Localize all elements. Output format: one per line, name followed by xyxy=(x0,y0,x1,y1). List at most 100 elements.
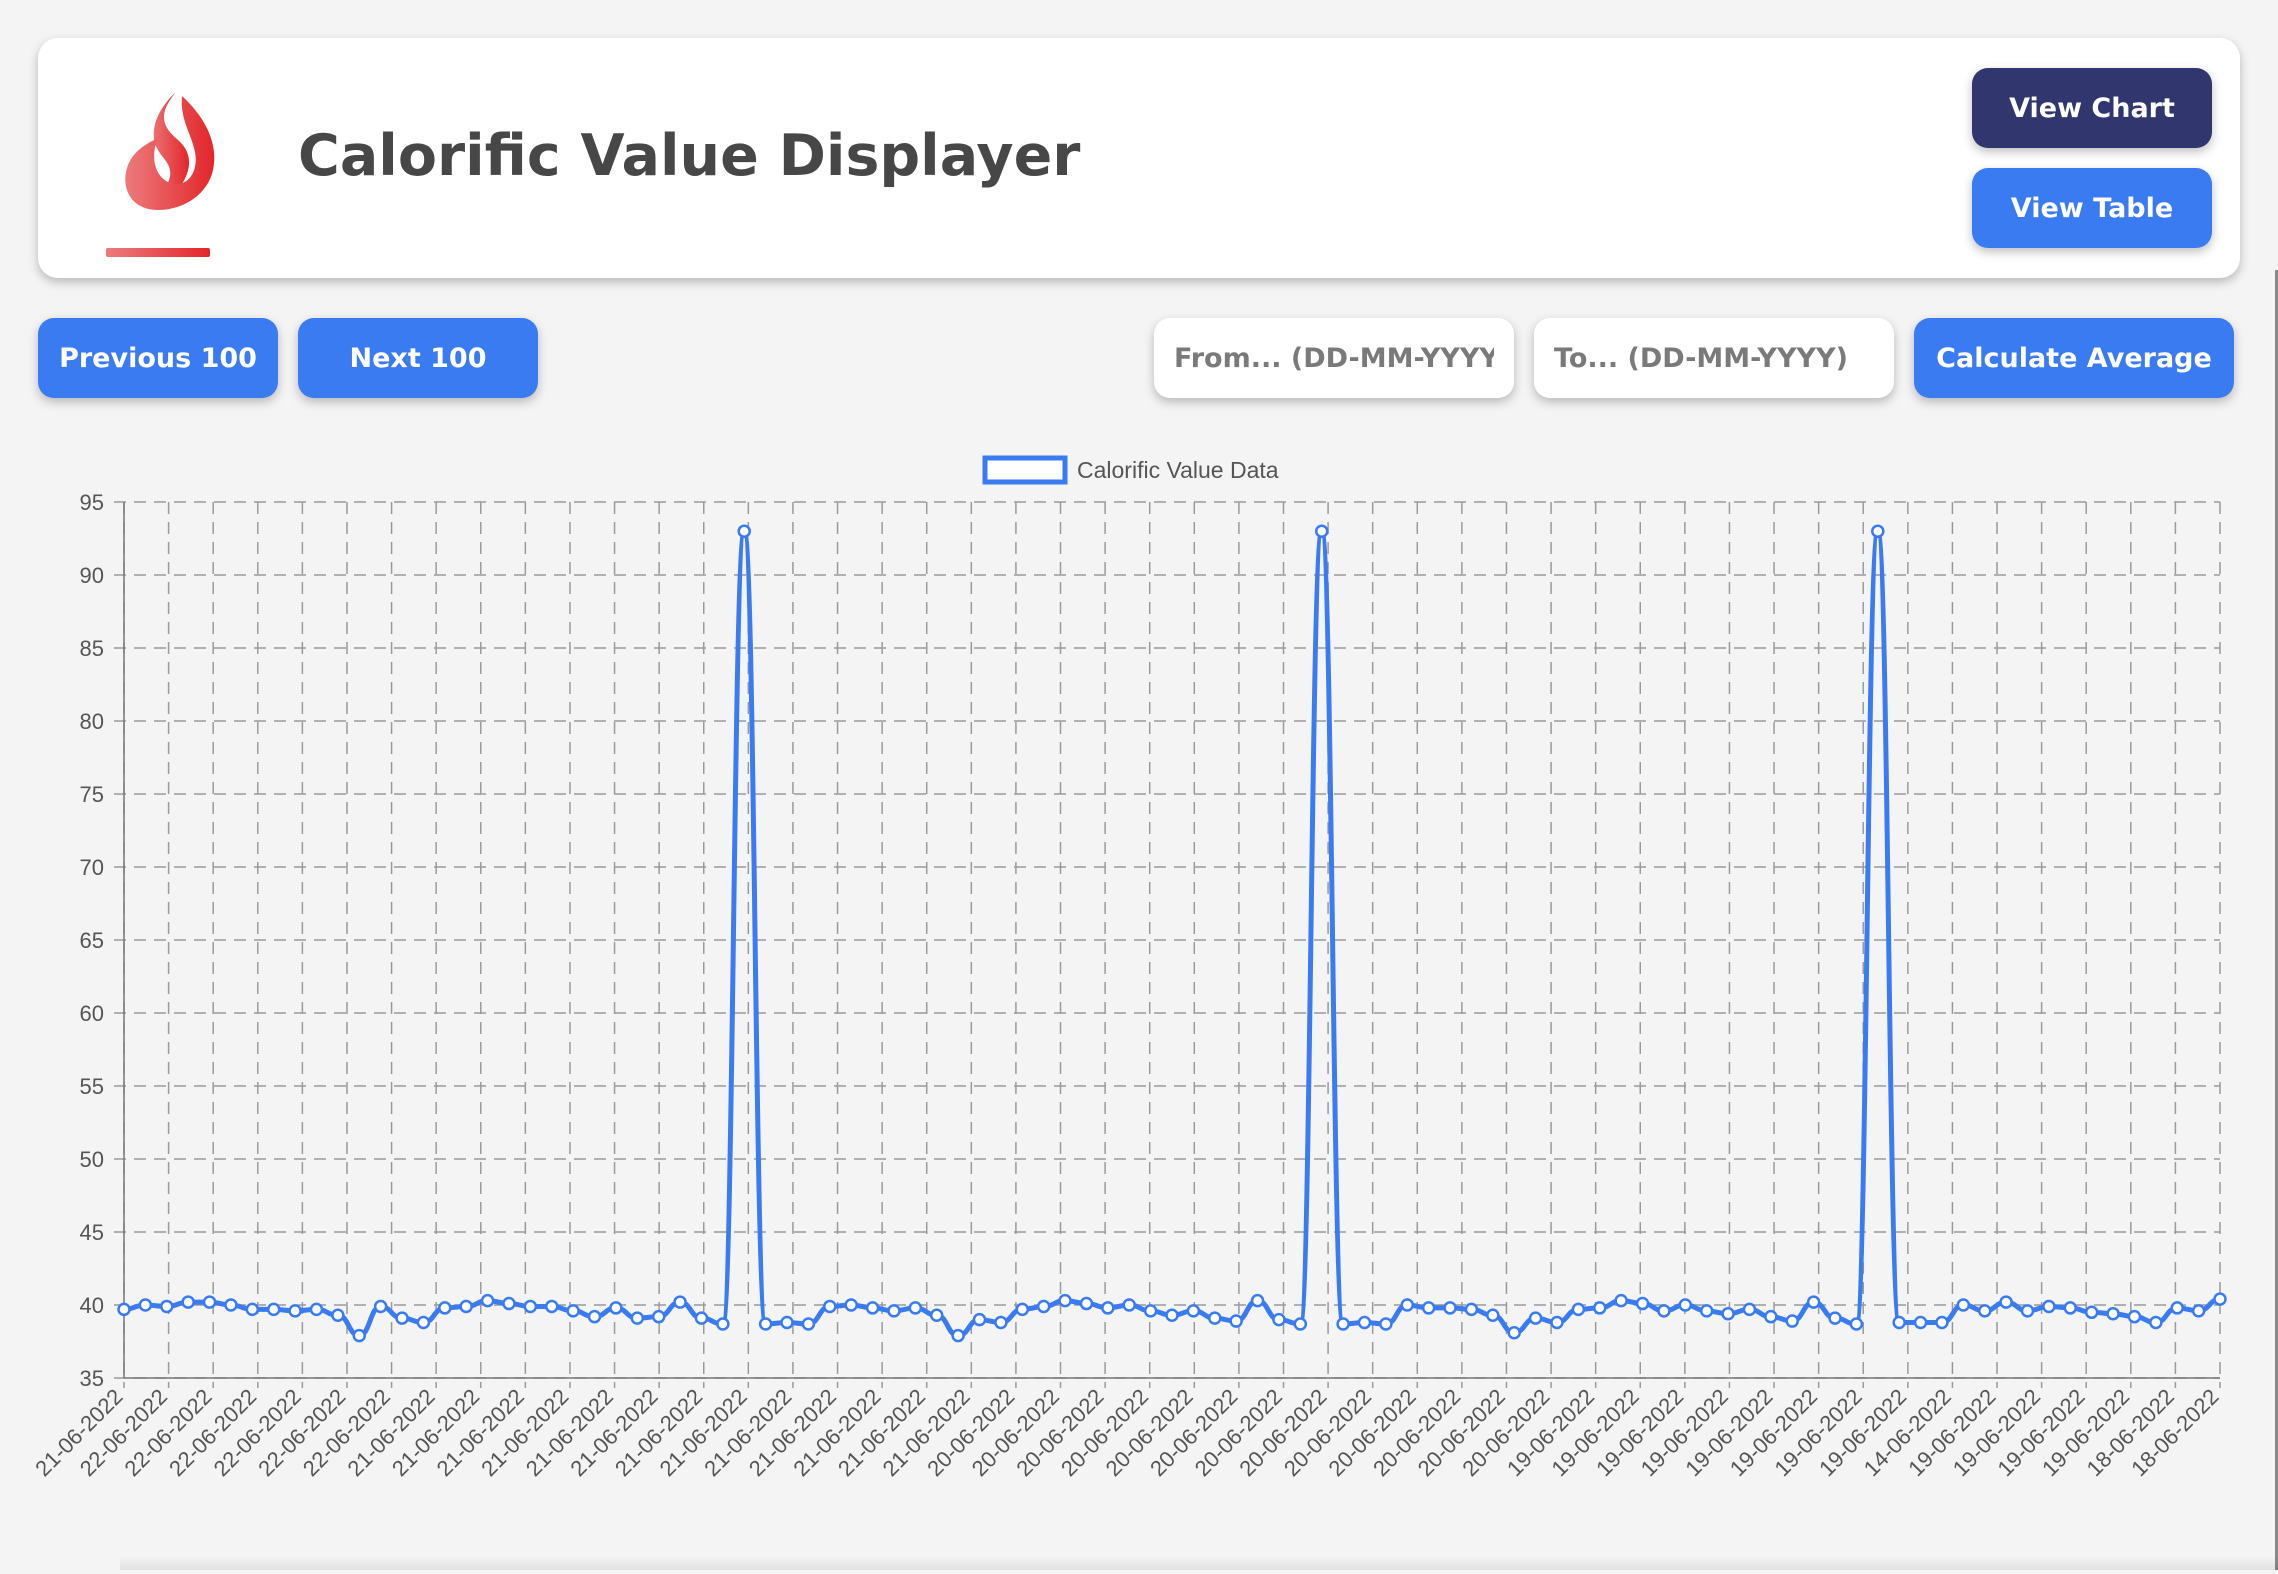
data-point xyxy=(1101,1301,1115,1315)
data-point xyxy=(1721,1307,1735,1321)
data-point xyxy=(1122,1298,1136,1312)
data-point xyxy=(651,1309,666,1324)
data-point xyxy=(929,1308,944,1322)
data-point xyxy=(138,1298,153,1312)
data-point xyxy=(181,1295,195,1309)
data-point xyxy=(1250,1293,1265,1308)
y-tick-label: 90 xyxy=(80,563,104,588)
data-point xyxy=(2170,1301,2184,1315)
data-point xyxy=(1336,1317,1350,1331)
data-point xyxy=(288,1304,302,1318)
data-point xyxy=(1464,1302,1479,1317)
data-point xyxy=(1614,1293,1628,1308)
data-point xyxy=(1015,1302,1030,1317)
data-point xyxy=(309,1302,324,1317)
data-point xyxy=(1400,1298,1415,1312)
data-point xyxy=(523,1299,538,1314)
data-point xyxy=(737,524,751,538)
y-tick-label: 50 xyxy=(80,1147,104,1172)
data-point xyxy=(1486,1308,1500,1322)
data-point xyxy=(2042,1299,2056,1314)
legend-label: Calorific Value Data xyxy=(1077,457,1279,483)
data-point xyxy=(224,1298,238,1312)
data-point xyxy=(438,1301,452,1315)
data-point xyxy=(1635,1296,1650,1311)
data-point xyxy=(587,1309,602,1324)
data-point xyxy=(2020,1304,2035,1318)
data-point xyxy=(1229,1314,1243,1328)
previous-100-button[interactable]: Previous 100 xyxy=(38,318,278,398)
data-point xyxy=(972,1312,987,1327)
data-point xyxy=(1507,1325,1521,1340)
data-point xyxy=(1956,1298,1971,1312)
data-point xyxy=(1058,1293,1072,1308)
view-table-button[interactable]: View Table xyxy=(1972,168,2212,248)
flame-icon xyxy=(106,92,215,257)
data-point xyxy=(545,1299,559,1314)
data-point xyxy=(1657,1304,1671,1318)
data-point xyxy=(673,1295,687,1309)
data-point xyxy=(1678,1298,1693,1312)
y-tick-label: 75 xyxy=(80,782,104,807)
data-point xyxy=(2127,1309,2142,1324)
data-point xyxy=(694,1311,709,1325)
data-point xyxy=(1913,1315,1928,1330)
view-chart-button[interactable]: View Chart xyxy=(1972,68,2212,148)
data-point xyxy=(994,1315,1008,1330)
data-point xyxy=(801,1317,816,1331)
y-tick-label: 55 xyxy=(80,1074,104,1099)
data-point xyxy=(1079,1296,1094,1311)
series-line xyxy=(123,528,2221,1339)
data-point xyxy=(1806,1295,1821,1309)
data-point xyxy=(1977,1304,1992,1318)
data-point xyxy=(844,1298,858,1312)
data-point xyxy=(1165,1308,1179,1322)
data-point xyxy=(373,1299,388,1314)
data-point xyxy=(1764,1309,1778,1324)
data-point xyxy=(1443,1301,1457,1315)
data-point xyxy=(2084,1305,2099,1320)
data-point xyxy=(758,1317,773,1331)
calculate-average-button[interactable]: Calculate Average xyxy=(1914,318,2234,398)
data-point xyxy=(1314,524,1329,538)
data-point xyxy=(2149,1315,2163,1330)
data-point xyxy=(160,1299,174,1314)
data-point xyxy=(865,1301,880,1315)
data-point xyxy=(1742,1302,1757,1317)
y-tick-label: 70 xyxy=(80,855,104,880)
data-point xyxy=(823,1299,837,1314)
y-tick-label: 95 xyxy=(80,490,104,515)
y-tick-label: 40 xyxy=(80,1293,104,1318)
data-point xyxy=(566,1304,580,1318)
data-point xyxy=(266,1302,281,1317)
data-point xyxy=(951,1328,965,1343)
data-point xyxy=(1143,1304,1158,1318)
y-tick-label: 85 xyxy=(80,636,104,661)
to-date-input[interactable] xyxy=(1534,318,1894,398)
data-point xyxy=(887,1304,901,1318)
line-chart: 9590858075706560555045403521-06-202222-0… xyxy=(30,455,2227,1481)
data-point xyxy=(908,1301,923,1315)
data-point xyxy=(1421,1301,1436,1315)
data-point xyxy=(502,1296,516,1311)
data-point xyxy=(609,1301,623,1315)
data-point xyxy=(1550,1315,1564,1330)
from-date-input[interactable] xyxy=(1154,318,1514,398)
y-tick-label: 45 xyxy=(80,1220,104,1245)
data-point xyxy=(1935,1315,1949,1330)
data-point xyxy=(2063,1301,2078,1315)
legend-swatch xyxy=(982,455,1068,485)
y-tick-label: 35 xyxy=(80,1366,104,1391)
data-point xyxy=(1208,1311,1222,1325)
y-tick-label: 60 xyxy=(80,1001,104,1026)
data-point xyxy=(1379,1317,1393,1331)
data-point xyxy=(1293,1317,1308,1331)
data-point xyxy=(480,1293,495,1308)
y-tick-label: 80 xyxy=(80,709,104,734)
data-point xyxy=(1036,1299,1051,1314)
data-point xyxy=(117,1302,131,1317)
data-point xyxy=(1849,1317,1864,1331)
next-100-button[interactable]: Next 100 xyxy=(298,318,538,398)
data-point xyxy=(352,1328,367,1343)
data-point xyxy=(1357,1315,1372,1330)
